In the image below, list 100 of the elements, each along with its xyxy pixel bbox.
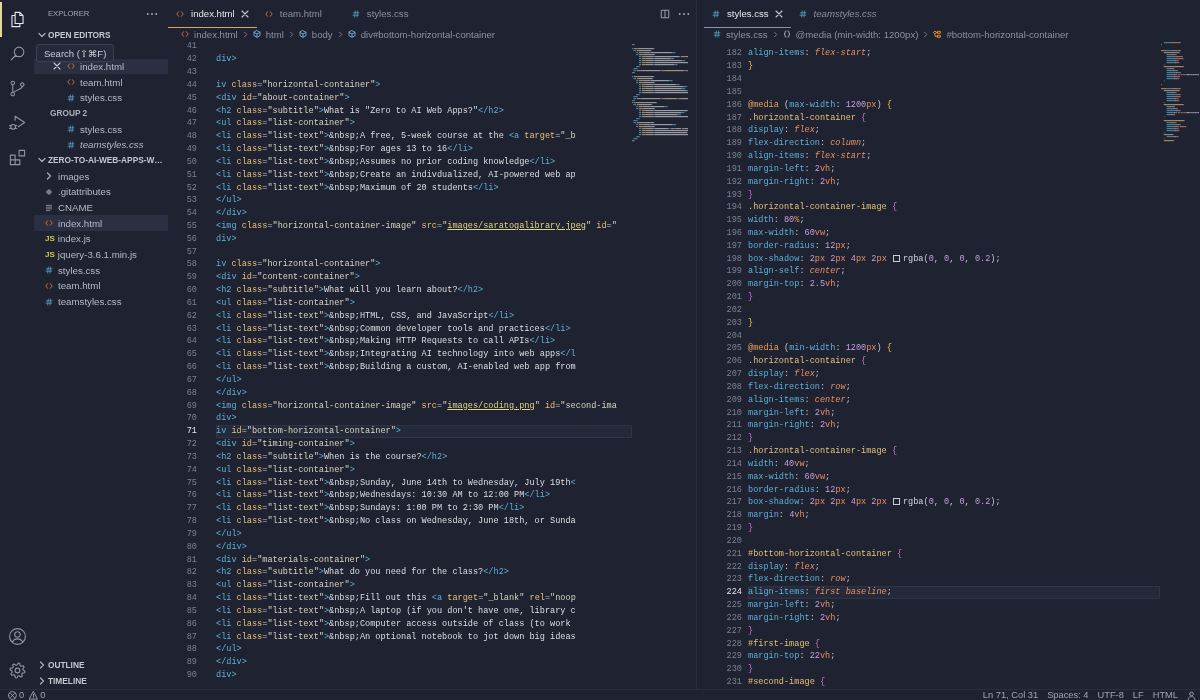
open-editor-item[interactable]: team.html: [34, 74, 168, 90]
code-line: <div id="materials-container">: [216, 554, 371, 565]
editor-tab[interactable]: index.html: [168, 0, 257, 28]
file-type-label: JS: [45, 234, 55, 244]
file-item[interactable]: teamstyles.css: [34, 293, 168, 310]
code-line: <ul class="list-container">: [216, 580, 355, 591]
section-header[interactable]: TIMELINE: [34, 673, 168, 689]
code-line: <li class="list-text">&nbsp;Computer access outside of class (to work: [216, 618, 571, 629]
code-line: </ul>: [216, 195, 242, 206]
breadcrumb-item[interactable]: #bottom-horizontal-container: [933, 28, 1069, 40]
editor-tab[interactable]: teamstyles.css: [790, 0, 899, 28]
editor-tab[interactable]: styles.css: [704, 0, 791, 28]
problems-button[interactable]: 0 0: [8, 690, 49, 700]
line-number: 204: [725, 330, 742, 341]
file-item[interactable]: team.html: [34, 278, 168, 294]
lines-icon: [45, 203, 53, 212]
code-line: flex-direction: row;: [748, 574, 851, 585]
file-item[interactable]: styles.css: [34, 262, 168, 279]
code-line: width: 40vw;: [748, 458, 810, 469]
line-number: 221: [725, 548, 742, 559]
line-number: 212: [725, 433, 742, 444]
file-item[interactable]: JS index.js: [34, 231, 168, 247]
code-line: <li class="list-text">&nbsp;A free, 5-week course at the <a target="_b: [216, 131, 576, 142]
file-item[interactable]: CNAME: [34, 199, 168, 216]
breadcrumb-item[interactable]: div#bottom-horizontal-container: [347, 28, 496, 40]
line-number: 184: [725, 74, 742, 85]
line-number: 214: [725, 458, 742, 469]
line-number: 75: [185, 477, 197, 488]
line-number: 42: [185, 54, 197, 65]
line-number: 84: [185, 593, 197, 603]
breadcrumb-item[interactable]: @media (min-width: 1200px): [782, 28, 919, 40]
open-editor-item[interactable]: teamstyles.css: [34, 136, 168, 153]
code-line: </div>: [216, 541, 247, 552]
line-number: 216: [725, 484, 742, 495]
line-number: 70: [185, 413, 197, 424]
close-icon[interactable]: [53, 62, 61, 71]
line-number: 74: [185, 464, 197, 475]
code-line: <li class="list-text">&nbsp;A laptop (if you don't have one, library c: [216, 605, 576, 616]
section-header[interactable]: OUTLINE: [34, 657, 168, 673]
status-item[interactable]: Ln 71, Col 31: [982, 690, 1039, 700]
editor-tab[interactable]: styles.css: [343, 0, 431, 28]
minimap-drawing[interactable]: [632, 42, 690, 142]
line-number: 185: [725, 86, 742, 97]
line-number: 225: [725, 600, 742, 610]
code-line: iv class="horizontal-container">: [216, 79, 381, 90]
code-line: .horizontal-container {: [748, 356, 867, 367]
folder-header[interactable]: ZERO-TO-AI-WEB-APPS-W…: [34, 152, 168, 169]
line-number: 56: [185, 233, 197, 244]
file-item[interactable]: JS jquery-3.6.1.min.js: [34, 246, 168, 263]
status-item[interactable]: Spaces: 4: [1047, 690, 1089, 700]
line-number: 83: [185, 580, 197, 591]
minimap-drawing[interactable]: [1161, 42, 1199, 142]
line-number: 206: [725, 356, 742, 367]
split-editor-icon[interactable]: [660, 9, 670, 19]
line-number: 53: [185, 195, 197, 206]
status-item[interactable]: LF: [1132, 690, 1144, 700]
file-item[interactable]: .gitattributes: [34, 184, 168, 200]
section-header[interactable]: OPEN EDITORS: [34, 27, 168, 43]
code-line: </div>: [216, 208, 247, 219]
code-brackets-icon: [176, 9, 184, 18]
line-number: 54: [185, 208, 197, 219]
open-editor-item[interactable]: styles.css: [34, 89, 168, 106]
breadcrumb-item[interactable]: html: [252, 28, 284, 40]
line-number: 88: [185, 644, 197, 655]
person-icon[interactable]: [1187, 690, 1196, 700]
line-number: 188: [725, 125, 742, 136]
code-line: align-items: center;: [748, 394, 851, 405]
line-number: 224: [725, 587, 742, 598]
code-line: </ul>: [216, 644, 242, 655]
code-line: flex-direction: column;: [748, 138, 867, 149]
breadcrumb-item[interactable]: styles.css: [713, 28, 768, 40]
more-icon[interactable]: [146, 11, 158, 16]
code-line: box-shadow: 2px 2px 4px 2px rgba(0, 0, 0, 0.2);: [748, 253, 1001, 264]
code-line: <div id="about-container">: [216, 92, 350, 103]
more-icon[interactable]: [678, 12, 690, 16]
line-number: 230: [725, 664, 742, 675]
line-number: 50: [185, 156, 197, 167]
braces-icon: [782, 30, 791, 38]
status-item[interactable]: UTF-8: [1097, 690, 1124, 700]
line-number: 228: [725, 638, 742, 649]
file-item[interactable]: index.html: [34, 215, 168, 232]
status-item[interactable]: HTML: [1152, 690, 1178, 700]
code-line: <li class="list-text">&nbsp;Wednesdays: 10:30 AM to 12:00 PM</li>: [216, 490, 551, 501]
editor-tab[interactable]: team.html: [256, 0, 344, 28]
code-line: display: flex;: [748, 369, 820, 380]
code-line: max-width: 60vw;: [748, 228, 831, 238]
close-icon[interactable]: [240, 9, 249, 18]
chevron-right-icon: [922, 30, 930, 38]
line-number: 200: [725, 279, 742, 290]
line-number: 186: [725, 99, 742, 110]
line-number: 69: [185, 400, 197, 411]
code-line: margin-left: 2vh;: [748, 407, 836, 418]
breadcrumb-item[interactable]: index.html: [181, 28, 238, 40]
file-item[interactable]: images: [34, 168, 168, 184]
code-line: <div id="content-container">: [216, 272, 360, 283]
code-line: iv id="bottom-horizontal-container">: [216, 426, 401, 437]
open-editor-item[interactable]: styles.css: [34, 121, 168, 137]
close-icon[interactable]: [774, 9, 783, 18]
error-icon: [8, 690, 17, 700]
breadcrumb-item[interactable]: body: [298, 28, 333, 40]
